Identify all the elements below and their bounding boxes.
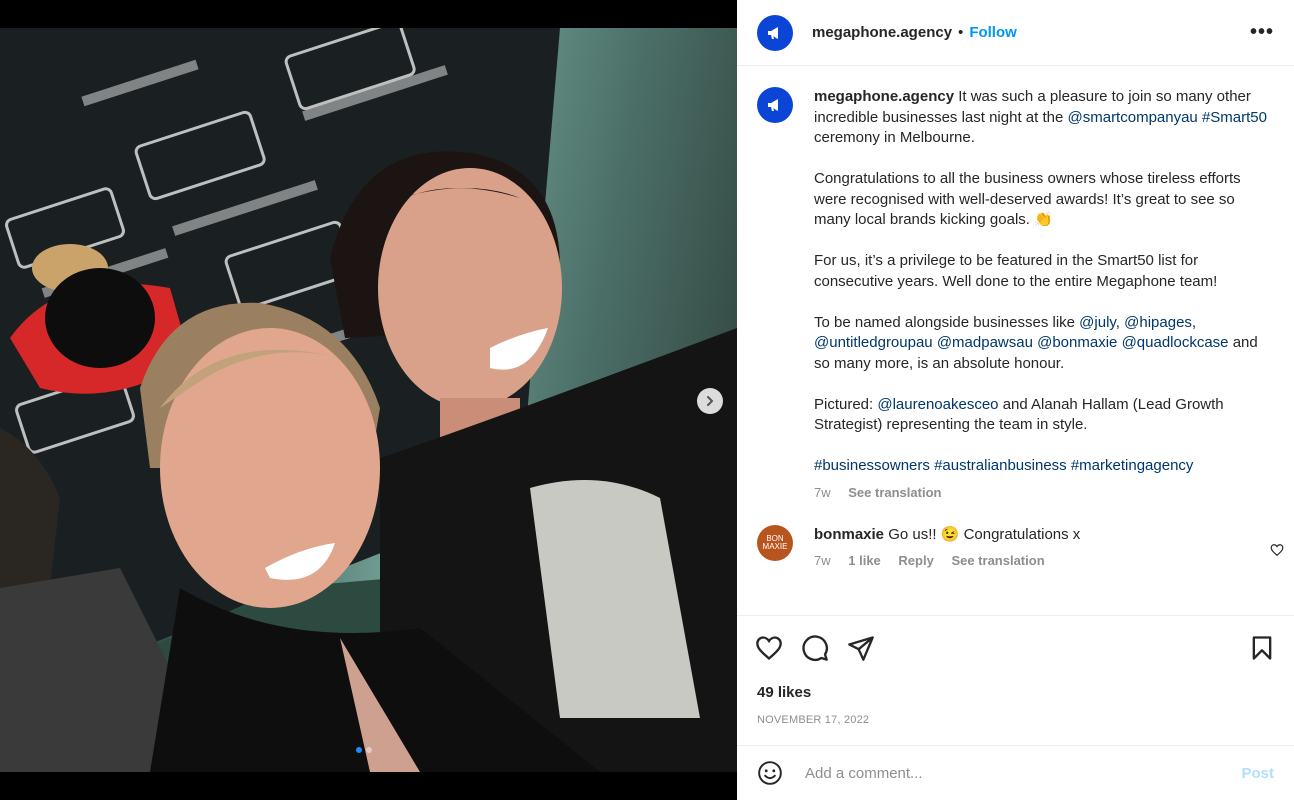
save-bookmark-icon[interactable] bbox=[1248, 634, 1276, 662]
likes-count[interactable]: 49 likes bbox=[737, 664, 1294, 701]
post-photo[interactable] bbox=[0, 28, 737, 772]
mention-quadlockcase[interactable]: @quadlockcase bbox=[1122, 334, 1229, 351]
selfie-illustration bbox=[0, 28, 737, 772]
comments-section[interactable]: megaphone.agency It was such a pleasure … bbox=[737, 67, 1294, 615]
carousel-next-button[interactable] bbox=[697, 388, 723, 414]
caption-p4-start: To be named alongside businesses like bbox=[814, 313, 1075, 331]
caption-meta: 7w See translation bbox=[814, 483, 1274, 504]
action-icons bbox=[737, 616, 1294, 664]
caption-paragraph-3: For us, it’s a privilege to be featured … bbox=[814, 252, 1218, 290]
post-header: megaphone.agency • Follow ••• bbox=[737, 0, 1294, 66]
mention-laurenoakesceo[interactable]: @laurenoakesceo bbox=[877, 396, 998, 413]
chevron-right-icon bbox=[707, 396, 714, 406]
mention-july[interactable]: @july bbox=[1079, 314, 1116, 331]
comment-see-translation-link[interactable]: See translation bbox=[951, 553, 1044, 568]
comment-item: BON MAXIE bonmaxie Go us!! 😉 Congratulat… bbox=[737, 503, 1294, 571]
post-caption: megaphone.agency It was such a pleasure … bbox=[737, 67, 1294, 503]
megaphone-icon bbox=[768, 26, 778, 39]
carousel-dot bbox=[366, 747, 372, 753]
header-separator: • bbox=[958, 24, 964, 41]
comment-body: bonmaxie Go us!! 😉 Congratulations x 7w … bbox=[814, 525, 1080, 571]
comment-text: Go us!! 😉 Congratulations x bbox=[888, 526, 1081, 543]
instagram-post: megaphone.agency • Follow ••• megaphone.… bbox=[0, 0, 1294, 800]
avatar[interactable] bbox=[757, 14, 793, 51]
mention-bonmaxie[interactable]: @bonmaxie bbox=[1037, 334, 1117, 351]
mention-smartcompanyau[interactable]: @smartcompanyau bbox=[1068, 109, 1198, 126]
post-actions: 49 likes NOVEMBER 17, 2022 bbox=[737, 615, 1294, 726]
comment-meta: 7w 1 like Reply See translation bbox=[814, 551, 1080, 571]
carousel-indicator bbox=[356, 747, 372, 753]
comment-time[interactable]: 7w bbox=[814, 553, 831, 568]
more-options-icon[interactable]: ••• bbox=[1250, 21, 1274, 44]
post-date: NOVEMBER 17, 2022 bbox=[757, 714, 870, 726]
avatar[interactable]: BON MAXIE bbox=[757, 525, 793, 561]
like-heart-icon[interactable] bbox=[755, 634, 783, 662]
carousel-dot-active bbox=[356, 747, 362, 753]
caption-text: megaphone.agency It was such a pleasure … bbox=[814, 87, 1274, 503]
emoji-smiley-icon[interactable] bbox=[757, 760, 783, 786]
share-paper-plane-icon[interactable] bbox=[847, 634, 875, 662]
hashtag-marketingagency[interactable]: #marketingagency bbox=[1071, 457, 1194, 474]
hashtag-smart50[interactable]: #Smart50 bbox=[1202, 109, 1267, 126]
megaphone-icon bbox=[768, 99, 778, 111]
caption-intro-end: ceremony in Melbourne. bbox=[814, 129, 975, 146]
caption-avatar[interactable] bbox=[757, 87, 793, 123]
follow-button[interactable]: Follow bbox=[969, 24, 1017, 41]
caption-username[interactable]: megaphone.agency bbox=[814, 88, 954, 105]
comment-like-heart-icon[interactable] bbox=[1270, 543, 1284, 557]
see-translation-link[interactable]: See translation bbox=[848, 485, 941, 500]
comment-bubble-icon[interactable] bbox=[801, 634, 829, 662]
comment-likes[interactable]: 1 like bbox=[848, 553, 881, 568]
post-media bbox=[0, 0, 737, 800]
mention-untitledgroupau[interactable]: @untitledgroupau bbox=[814, 334, 933, 351]
caption-time[interactable]: 7w bbox=[814, 485, 831, 500]
post-comment-button[interactable]: Post bbox=[1241, 765, 1274, 782]
reply-button[interactable]: Reply bbox=[898, 553, 933, 568]
comment-username[interactable]: bonmaxie bbox=[814, 526, 884, 543]
header-username[interactable]: megaphone.agency bbox=[812, 24, 952, 41]
caption-p5-start: Pictured: bbox=[814, 395, 874, 413]
caption-hashtags: #businessowners #australianbusiness #mar… bbox=[814, 456, 1274, 477]
mention-madpawsau[interactable]: @madpawsau bbox=[937, 334, 1033, 351]
add-comment-bar: Post bbox=[737, 745, 1294, 800]
comment-input[interactable] bbox=[803, 763, 1242, 783]
hashtag-businessowners[interactable]: #businessowners bbox=[814, 457, 930, 474]
caption-paragraph-2: Congratulations to all the business owne… bbox=[814, 170, 1241, 228]
hashtag-australianbusiness[interactable]: #australianbusiness bbox=[934, 457, 1067, 474]
mention-hipages[interactable]: @hipages bbox=[1124, 314, 1192, 331]
post-side-panel: megaphone.agency • Follow ••• megaphone.… bbox=[737, 0, 1294, 800]
caption-p5-end: and Alanah Hallam (Lead Growth Strategis… bbox=[814, 395, 1224, 434]
